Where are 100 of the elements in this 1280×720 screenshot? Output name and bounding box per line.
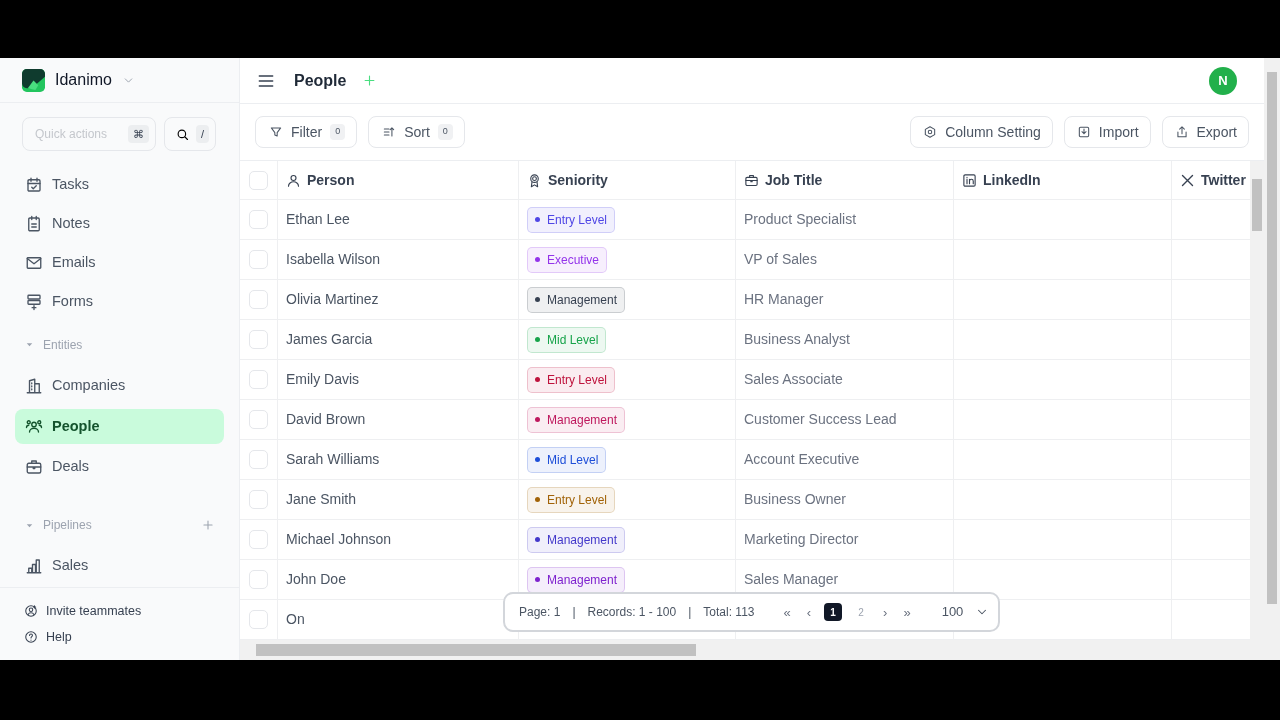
page-button[interactable]: 1 xyxy=(824,603,843,621)
sidebar-item[interactable]: Deals xyxy=(15,449,224,485)
help-icon xyxy=(24,630,38,644)
sidebar-item[interactable]: Emails xyxy=(15,245,224,282)
invite-user-icon xyxy=(24,604,38,618)
seniority-tag: Entry Level xyxy=(527,366,616,393)
seniority-tag: Management xyxy=(527,286,626,313)
add-icon[interactable] xyxy=(201,518,215,532)
column-header[interactable]: Job Title xyxy=(765,169,823,191)
seniority-tag: Management xyxy=(527,406,626,433)
bar-chart-icon xyxy=(25,557,43,576)
notepad-icon xyxy=(25,215,43,234)
table-cell-text: Product Specialist xyxy=(744,210,857,229)
sort-icon xyxy=(382,125,397,139)
person-name[interactable]: John Doe xyxy=(286,569,346,590)
person-name[interactable]: Isabella Wilson xyxy=(286,249,381,270)
add-icon[interactable] xyxy=(362,73,378,88)
export-icon xyxy=(1174,125,1189,139)
sidebar-item[interactable]: Notes xyxy=(15,206,224,243)
previous-page-button[interactable]: ‹ xyxy=(803,605,815,619)
settings-icon xyxy=(923,125,938,139)
toolbar-button[interactable]: Column Setting xyxy=(910,116,1053,148)
checkbox[interactable] xyxy=(249,330,268,349)
toolbar-button[interactable]: Sort 0 xyxy=(368,116,465,148)
scrollbar[interactable] xyxy=(1264,58,1280,660)
sidebar-item[interactable]: People xyxy=(15,408,224,445)
column-header[interactable]: Twitter xyxy=(1201,169,1246,191)
seniority-tag: Management xyxy=(527,526,626,553)
separator: | xyxy=(688,604,692,621)
workspace-name[interactable]: Idanimo xyxy=(55,68,112,93)
person-name[interactable]: Emily Davis xyxy=(286,369,360,390)
records-info: Records: 1 - 100 xyxy=(587,604,677,621)
people-icon xyxy=(25,417,43,436)
toolbar-button[interactable]: Import xyxy=(1063,116,1151,148)
briefcase-icon xyxy=(744,172,759,188)
import-icon xyxy=(1076,125,1091,139)
person-name[interactable]: Michael Johnson xyxy=(286,529,392,550)
sidebar-item[interactable]: Forms xyxy=(15,284,224,321)
checkbox[interactable] xyxy=(249,610,268,629)
checkbox[interactable] xyxy=(249,210,268,229)
total-info: Total: 113 xyxy=(703,604,755,621)
person-name[interactable]: David Brown xyxy=(286,409,366,430)
seniority-tag: Entry Level xyxy=(527,486,616,513)
column-header[interactable]: Person xyxy=(307,169,355,191)
count-badge: 0 xyxy=(437,124,453,140)
table-cell-text: Sales Associate xyxy=(744,370,843,389)
checkbox[interactable] xyxy=(249,410,268,429)
checkbox[interactable] xyxy=(249,290,268,309)
table-cell-text: Business Analyst xyxy=(744,330,850,349)
person-name[interactable]: Jane Smith xyxy=(286,489,357,510)
sidebar-item[interactable]: Sales xyxy=(15,548,224,584)
briefcase-icon xyxy=(25,457,43,476)
seniority-tag: Management xyxy=(527,566,626,593)
first-page-button[interactable]: « xyxy=(780,605,794,619)
column-header[interactable]: Seniority xyxy=(548,169,608,191)
checkbox[interactable] xyxy=(249,530,268,549)
award-icon xyxy=(527,172,542,188)
last-page-button[interactable]: » xyxy=(900,605,914,619)
page-size-select[interactable]: 100 xyxy=(941,602,990,622)
logo-icon xyxy=(22,68,45,92)
column-header[interactable]: LinkedIn xyxy=(983,169,1041,191)
table-cell-text: Marketing Director xyxy=(744,530,859,549)
seniority-tag: Mid Level xyxy=(527,326,607,353)
scrollbar[interactable] xyxy=(1250,161,1264,640)
toolbar-button[interactable]: Filter 0 xyxy=(255,116,358,148)
linkedin-icon xyxy=(962,172,977,188)
checkbox[interactable] xyxy=(249,370,268,389)
person-name[interactable]: Sarah Williams xyxy=(286,449,380,470)
sidebar-link[interactable]: Invite teammates xyxy=(0,598,239,624)
search-button[interactable]: / xyxy=(164,117,217,152)
person-name[interactable]: James Garcia xyxy=(286,329,373,350)
seniority-tag: Mid Level xyxy=(527,446,607,473)
checkbox[interactable] xyxy=(249,170,268,190)
seniority-tag: Executive xyxy=(527,246,608,273)
sidebar-item[interactable]: Tasks xyxy=(15,167,224,204)
checkbox[interactable] xyxy=(249,250,268,269)
scrollbar[interactable] xyxy=(240,640,1264,660)
table-cell-text: Account Executive xyxy=(744,450,860,469)
shortcut-key: / xyxy=(196,124,210,144)
count-badge: 0 xyxy=(330,124,346,140)
person-name[interactable]: On xyxy=(286,609,305,630)
toolbar-button[interactable]: Export xyxy=(1161,116,1249,148)
next-page-button[interactable]: › xyxy=(880,605,891,619)
page-title: People xyxy=(294,70,347,91)
table-cell-text: VP of Sales xyxy=(744,250,817,269)
person-name[interactable]: Ethan Lee xyxy=(286,209,350,230)
sidebar-item[interactable]: Companies xyxy=(15,368,224,404)
table-cell-text: Customer Success Lead xyxy=(744,410,897,429)
shortcut-key: ⌘ xyxy=(128,124,149,144)
checkbox[interactable] xyxy=(249,570,268,589)
checkbox[interactable] xyxy=(249,490,268,509)
x-icon xyxy=(1180,172,1195,188)
person-icon xyxy=(286,172,301,188)
page-info: Page: 1 xyxy=(519,604,561,621)
form-icon xyxy=(25,293,43,312)
sidebar-link[interactable]: Help xyxy=(0,624,239,650)
person-name[interactable]: Olivia Martinez xyxy=(286,289,379,310)
checkbox[interactable] xyxy=(249,450,268,469)
seniority-tag: Entry Level xyxy=(527,206,616,233)
building-icon xyxy=(25,377,43,396)
